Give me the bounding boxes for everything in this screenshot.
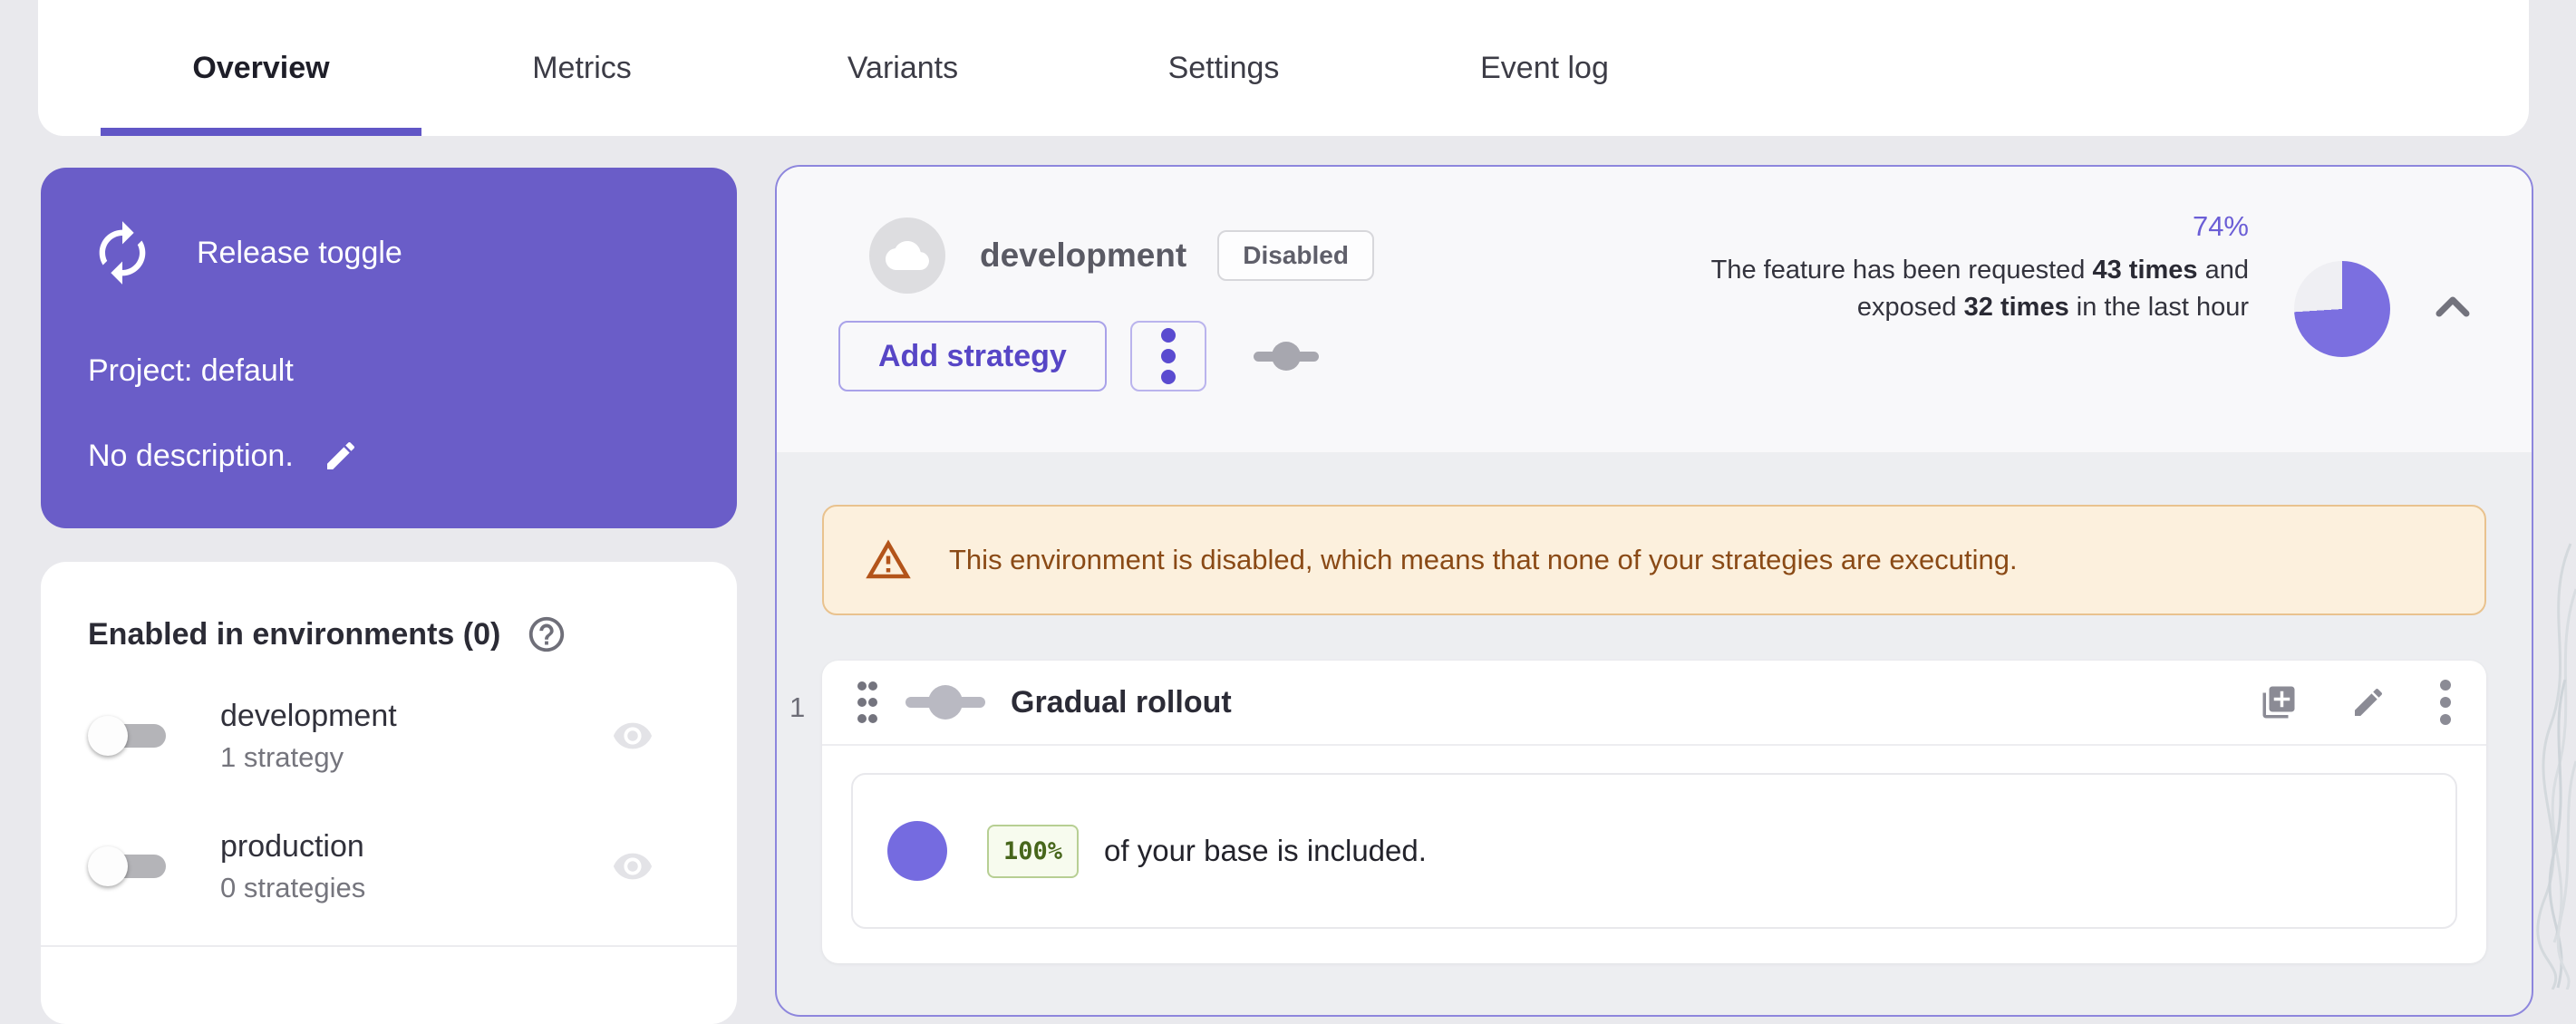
tab-list: Overview Metrics Variants Settings Event…	[38, 0, 2529, 136]
production-toggle[interactable]	[88, 845, 188, 888]
environment-more-actions-button[interactable]	[1130, 321, 1206, 391]
environment-disabled-alert: This environment is disabled, which mean…	[822, 505, 2486, 615]
environment-panel-name: development	[980, 237, 1186, 275]
metrics-percentage: 74%	[1687, 210, 2249, 243]
tab-variants[interactable]: Variants	[742, 0, 1063, 136]
rollout-percentage-badge: 100%	[987, 825, 1079, 878]
tab-settings-label: Settings	[1168, 51, 1280, 86]
environment-accordion-development: development Disabled Add strategy	[775, 165, 2533, 1017]
tab-overview[interactable]: Overview	[101, 0, 421, 136]
edit-strategy-icon[interactable]	[2350, 684, 2387, 720]
enabled-environments-card: Enabled in environments (0) development …	[41, 562, 737, 1024]
enabled-environments-title: Enabled in environments (0)	[88, 617, 500, 652]
feature-tab-bar: Overview Metrics Variants Settings Event…	[38, 0, 2529, 136]
collapse-accordion-button[interactable]	[2432, 290, 2474, 323]
warning-icon	[864, 536, 913, 584]
feature-type-card: Release toggle Project: default No descr…	[41, 168, 737, 528]
rollout-description: of your base is included.	[1104, 834, 1427, 868]
feature-type-label: Release toggle	[197, 236, 402, 271]
kebab-icon	[1160, 326, 1177, 386]
environment-name: production	[220, 828, 612, 865]
environment-strategy-count: 1 strategy	[220, 741, 612, 774]
tab-metrics-label: Metrics	[532, 51, 632, 86]
environment-strategy-count: 0 strategies	[220, 872, 612, 904]
background-texture-decoration	[2534, 535, 2576, 990]
strategy-index: 1	[789, 691, 805, 724]
copy-strategy-icon[interactable]	[2260, 683, 2298, 721]
rollout-percentage-circle	[887, 821, 947, 881]
add-strategy-button[interactable]: Add strategy	[838, 321, 1107, 391]
metrics-summary-block: 74% The feature has been requested 43 ti…	[1687, 210, 2249, 326]
feature-type-header: Release toggle	[88, 218, 690, 287]
visibility-icon[interactable]	[612, 715, 654, 757]
release-toggle-icon	[88, 218, 157, 287]
warning-text: This environment is disabled, which mean…	[949, 544, 2018, 576]
cloud-icon	[886, 234, 929, 277]
tab-settings[interactable]: Settings	[1063, 0, 1384, 136]
metrics-pie-chart	[2294, 261, 2390, 357]
drag-handle-icon[interactable]	[857, 679, 878, 726]
environment-name: development	[220, 698, 612, 734]
strategy-title: Gradual rollout	[1011, 685, 1232, 720]
tab-variants-label: Variants	[847, 51, 958, 86]
environment-row-production: production 0 strategies	[88, 828, 690, 904]
development-toggle[interactable]	[88, 714, 188, 758]
tab-event-log[interactable]: Event log	[1384, 0, 1705, 136]
description-label: No description.	[88, 438, 294, 474]
rollout-summary-card: 100% of your base is included.	[851, 773, 2457, 929]
tab-metrics[interactable]: Metrics	[421, 0, 742, 136]
tab-overview-label: Overview	[192, 51, 329, 86]
card-divider	[41, 945, 737, 947]
environment-accordion-header: development Disabled Add strategy	[777, 167, 2532, 452]
strategy-slider-icon	[1252, 338, 1321, 374]
visibility-icon[interactable]	[612, 845, 654, 887]
project-label: Project: default	[88, 353, 690, 389]
strategy-item-header: Gradual rollout	[822, 661, 2486, 746]
environment-row-development: development 1 strategy	[88, 698, 690, 774]
status-badge: Disabled	[1217, 230, 1374, 281]
rollout-strategy-icon	[904, 682, 987, 722]
metrics-summary-text: The feature has been requested 43 times …	[1687, 252, 2249, 326]
tab-event-log-label: Event log	[1480, 51, 1609, 86]
help-icon[interactable]	[526, 613, 567, 655]
active-tab-indicator	[101, 128, 421, 136]
environment-accordion-body: This environment is disabled, which mean…	[777, 452, 2532, 963]
strategy-item-gradual-rollout: Gradual rollout	[822, 661, 2486, 963]
strategy-more-actions-icon[interactable]	[2439, 678, 2452, 727]
edit-description-icon[interactable]	[323, 438, 359, 474]
environment-avatar	[869, 217, 945, 294]
